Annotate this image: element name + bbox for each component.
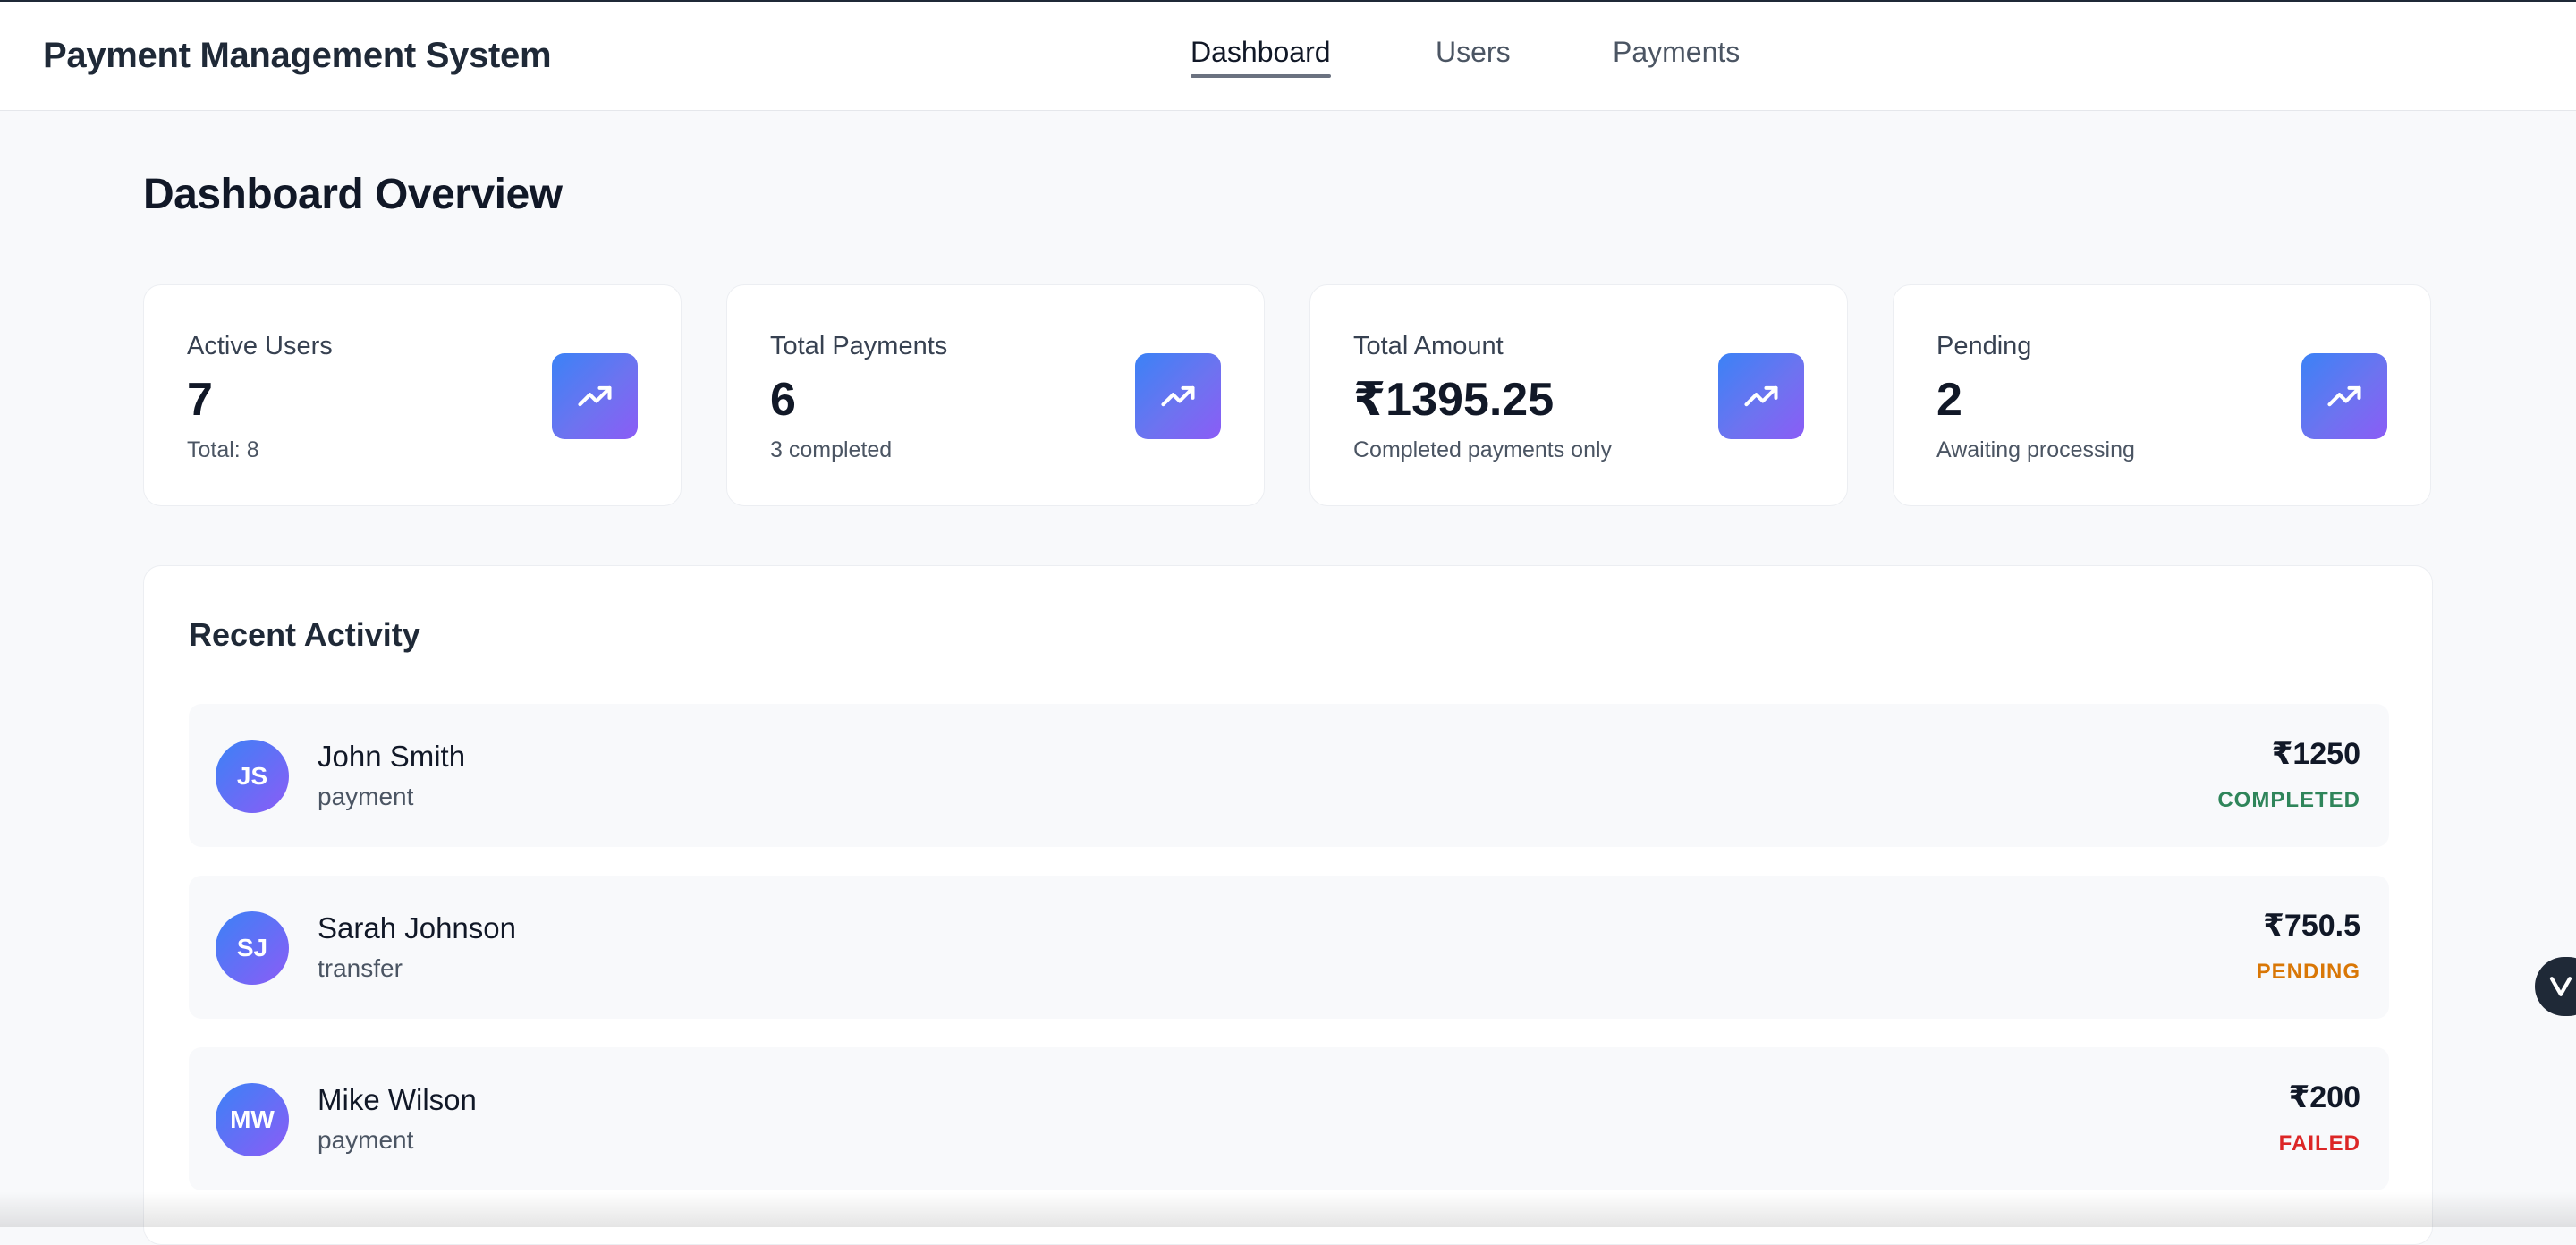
stat-label: Pending <box>1936 332 2032 360</box>
status-badge: PENDING <box>2256 960 2360 984</box>
avatar: SJ <box>216 911 289 985</box>
activity-amount: ₹750.5 <box>2263 909 2360 943</box>
main-nav: Dashboard Users Payments <box>0 36 2576 80</box>
status-badge: FAILED <box>2278 1131 2360 1156</box>
stat-subtext: Awaiting processing <box>1936 437 2135 462</box>
stat-card-active-users: Active Users 7 Total: 8 <box>143 284 682 506</box>
stat-label: Active Users <box>187 332 333 360</box>
recent-activity-panel: Recent Activity JS John Smith payment ₹1… <box>143 565 2433 1245</box>
stat-label: Total Payments <box>770 332 948 360</box>
nav-item-dashboard[interactable]: Dashboard <box>1191 36 1331 78</box>
stat-subtext: Total: 8 <box>187 437 259 462</box>
stat-card-pending: Pending 2 Awaiting processing <box>1893 284 2431 506</box>
activity-item[interactable]: MW Mike Wilson payment ₹200 FAILED <box>189 1047 2389 1190</box>
stat-subtext: Completed payments only <box>1353 437 1613 462</box>
trending-up-icon <box>1718 353 1804 439</box>
stat-subtext: 3 completed <box>770 437 893 462</box>
chevron-v-icon <box>2549 977 2572 996</box>
stat-value: ₹1395.25 <box>1353 374 1555 426</box>
activity-amount: ₹1250 <box>2271 737 2360 771</box>
stat-card-total-payments: Total Payments 6 3 completed <box>726 284 1265 506</box>
page-title: Dashboard Overview <box>143 171 563 218</box>
stat-value: 7 <box>187 374 213 426</box>
stat-card-total-amount: Total Amount ₹1395.25 Completed payments… <box>1309 284 1848 506</box>
activity-type: transfer <box>318 954 402 982</box>
trending-up-icon <box>2301 353 2387 439</box>
stat-label: Total Amount <box>1353 332 1504 360</box>
activity-item[interactable]: JS John Smith payment ₹1250 COMPLETED <box>189 704 2389 847</box>
avatar: JS <box>216 740 289 813</box>
activity-type: payment <box>318 1126 414 1154</box>
nav-item-users[interactable]: Users <box>1436 36 1511 74</box>
activity-amount: ₹200 <box>2288 1080 2360 1114</box>
recent-activity-title: Recent Activity <box>189 616 420 653</box>
activity-type: payment <box>318 783 414 810</box>
top-navbar: Payment Management System Dashboard User… <box>0 0 2576 111</box>
status-badge: COMPLETED <box>2217 788 2360 812</box>
trending-up-icon <box>552 353 638 439</box>
trending-up-icon <box>1135 353 1221 439</box>
activity-user-name: Mike Wilson <box>318 1083 477 1116</box>
activity-user-name: John Smith <box>318 740 466 773</box>
activity-user-name: Sarah Johnson <box>318 911 516 944</box>
floating-widget-button[interactable] <box>2535 957 2576 1016</box>
stat-value: 6 <box>770 374 796 426</box>
nav-item-payments[interactable]: Payments <box>1613 36 1740 74</box>
avatar: MW <box>216 1083 289 1156</box>
activity-item[interactable]: SJ Sarah Johnson transfer ₹750.5 PENDING <box>189 876 2389 1019</box>
stat-value: 2 <box>1936 374 1962 426</box>
